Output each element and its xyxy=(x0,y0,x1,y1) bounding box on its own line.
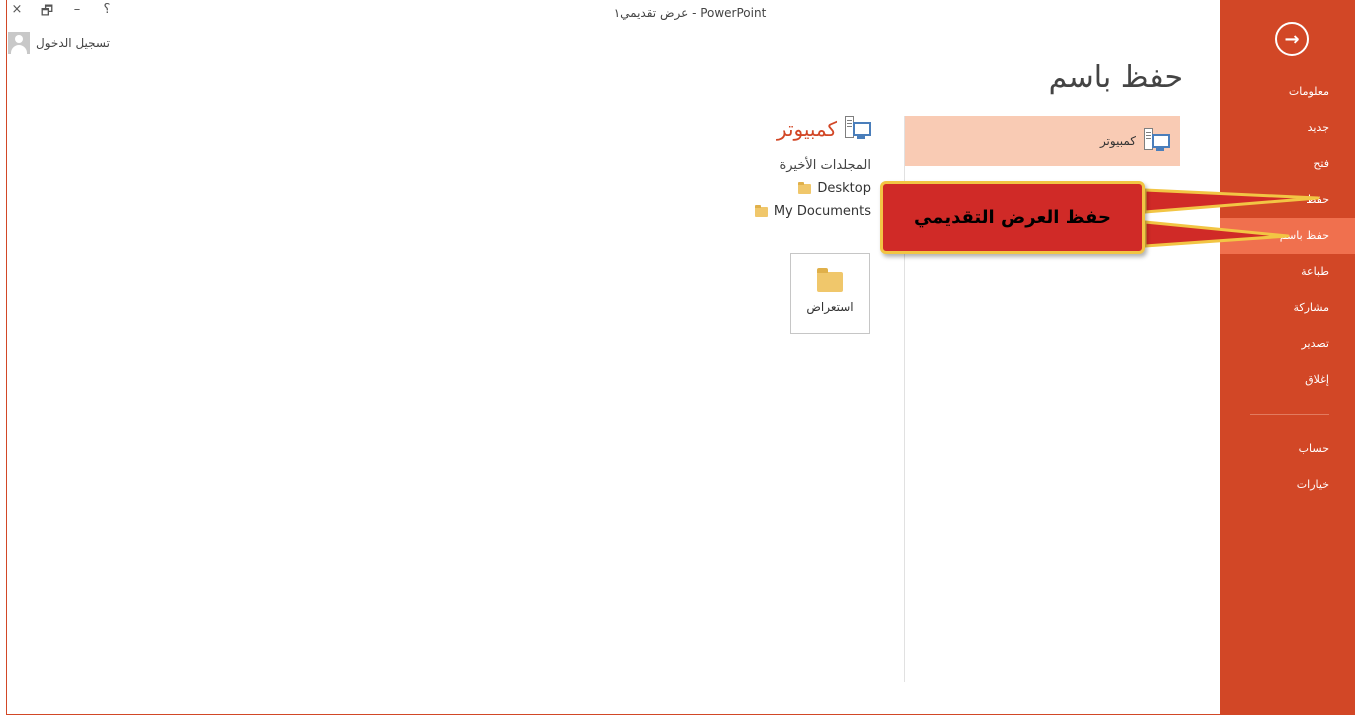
browse-button[interactable]: استعراض xyxy=(790,253,870,334)
folder-icon xyxy=(754,204,768,217)
computer-icon xyxy=(845,116,871,142)
annotation-callout: حفظ العرض التقديمي xyxy=(880,181,1145,254)
window-frame xyxy=(6,0,1355,715)
back-arrow-icon[interactable]: → xyxy=(1275,22,1309,56)
computer-icon xyxy=(1144,128,1170,154)
nav-item-share[interactable]: مشاركة xyxy=(1220,290,1355,326)
nav-item-account[interactable]: حساب xyxy=(1220,431,1355,467)
folder-item-my-documents[interactable]: My Documents xyxy=(571,204,871,219)
place-label: كمبيوتر xyxy=(1099,134,1136,148)
avatar-icon xyxy=(8,32,30,54)
computer-heading: كمبيوتر xyxy=(571,116,871,142)
nav-item-save-as[interactable]: حفظ باسم xyxy=(1220,218,1355,254)
nav-item-export[interactable]: تصدير xyxy=(1220,326,1355,362)
signin-area[interactable]: تسجيل الدخول xyxy=(8,32,110,54)
folder-name: Desktop xyxy=(817,181,871,196)
nav-item-close[interactable]: إغلاق xyxy=(1220,362,1355,398)
browse-label: استعراض xyxy=(806,300,854,314)
backstage-sidebar: → معلومات جديد فتح حفظ حفظ باسم طباعة مش… xyxy=(1220,0,1355,715)
title-bar: × 🗗 – ؟ عرض تقديمي١ - PowerPoint xyxy=(0,0,1220,30)
nav-item-save[interactable]: حفظ xyxy=(1220,182,1355,218)
nav-item-info[interactable]: معلومات xyxy=(1220,74,1355,110)
folder-item-desktop[interactable]: Desktop xyxy=(571,181,871,196)
page-title: حفظ باسم xyxy=(1048,60,1183,95)
nav-item-options[interactable]: خيارات xyxy=(1220,467,1355,503)
backstage-nav: معلومات جديد فتح حفظ حفظ باسم طباعة مشار… xyxy=(1220,74,1355,503)
folder-name: My Documents xyxy=(773,204,871,219)
nav-item-open[interactable]: فتح xyxy=(1220,146,1355,182)
nav-item-print[interactable]: طباعة xyxy=(1220,254,1355,290)
callout-text: حفظ العرض التقديمي xyxy=(914,207,1111,228)
places-list: كمبيوتر xyxy=(904,116,1180,166)
folder-open-icon xyxy=(817,268,843,292)
computer-heading-label: كمبيوتر xyxy=(776,117,837,141)
place-item-computer[interactable]: كمبيوتر xyxy=(904,116,1180,166)
nav-divider xyxy=(1250,414,1329,415)
window-title: عرض تقديمي١ - PowerPoint xyxy=(613,6,767,20)
recent-folders-heading: المجلدات الأخيرة xyxy=(779,158,871,173)
folder-icon xyxy=(798,181,812,194)
computer-pane: كمبيوتر المجلدات الأخيرة Desktop My Docu… xyxy=(571,116,871,219)
signin-label[interactable]: تسجيل الدخول xyxy=(36,36,110,50)
nav-item-new[interactable]: جديد xyxy=(1220,110,1355,146)
